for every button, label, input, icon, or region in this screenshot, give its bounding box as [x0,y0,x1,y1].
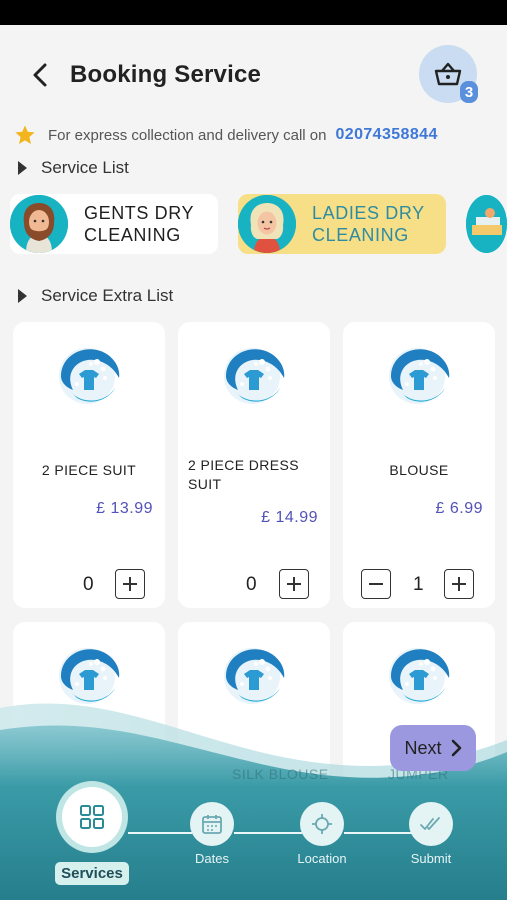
chevron-right-icon [451,739,461,757]
step-dates[interactable] [190,802,234,846]
step-connector [344,832,412,834]
basket-icon [434,62,462,86]
plus-icon [287,577,301,591]
step-connector [128,832,192,834]
product-name-faded: SILK BLOUSE [232,766,329,782]
service-extra-list-header[interactable]: Service Extra List [18,286,173,306]
step-submit[interactable] [409,802,453,846]
product-card[interactable]: 2 PIECE DRESS SUIT £ 14.99 0 [178,322,330,608]
product-card[interactable]: BLOUSE £ 6.99 1 [343,322,495,608]
laundry-logo-icon [389,648,450,704]
express-info: For express collection and delivery call… [14,124,438,146]
product-price: £ 6.99 [435,500,483,517]
step-services[interactable] [56,781,128,853]
status-bar [0,0,507,25]
laundry-logo-icon [224,348,285,404]
express-phone-link[interactable]: 02074358844 [335,126,437,144]
chevron-left-icon [33,63,47,87]
service-card-gents[interactable]: GENTS DRY CLEANING [10,194,218,254]
header: Booking Service 3 [0,25,507,125]
product-quantity: 1 [413,574,424,595]
service-list-header[interactable]: Service List [18,158,129,178]
product-card[interactable]: 2 PIECE SUIT £ 13.99 0 [13,322,165,608]
increment-button[interactable] [279,569,309,599]
triangle-right-icon [18,161,27,175]
express-text: For express collection and delivery call… [48,126,327,144]
product-price: £ 13.99 [96,500,153,517]
service-list-label: Service List [41,158,129,177]
step-location-label: Location [297,851,347,866]
step-dates-label: Dates [195,851,229,866]
laundry-logo-icon [224,648,285,704]
product-name: BLOUSE [389,462,449,478]
product-name: 2 PIECE DRESS SUIT [188,457,300,492]
triangle-right-icon [18,289,27,303]
double-check-icon [420,817,440,830]
back-button[interactable] [24,59,56,91]
minus-icon [369,583,383,585]
decrement-button[interactable] [361,569,391,599]
product-quantity: 0 [246,574,257,595]
laundry-logo-icon [59,648,120,704]
man-avatar-icon [10,195,68,253]
cart-count-badge: 3 [460,81,478,103]
step-services-label[interactable]: Services [55,862,129,885]
increment-button[interactable] [115,569,145,599]
step-submit-label: Submit [410,851,452,866]
service-extra-list-label: Service Extra List [41,286,174,305]
laundry-logo-icon [389,348,450,404]
service-card-ladies[interactable]: LADIES DRY CLEANING [238,194,446,254]
product-price: £ 14.99 [261,509,318,526]
step-location[interactable] [300,802,344,846]
laundry-logo-icon [59,348,120,404]
grid-icon [80,805,104,829]
step-services-inner [62,787,122,847]
plus-icon [123,577,137,591]
page-title: Booking Service [70,61,262,88]
next-button[interactable]: Next [390,725,476,771]
step-connector [234,832,302,834]
increment-button[interactable] [444,569,474,599]
calendar-icon [202,815,222,834]
service-label: LADIES DRY CLEANING [312,203,425,245]
next-label: Next [404,737,442,758]
product-quantity: 0 [83,574,94,595]
service-avatar-icon [466,195,507,253]
product-name: 2 PIECE SUIT [41,462,137,478]
crosshair-icon [312,814,332,834]
star-icon [15,125,35,144]
plus-icon [452,577,466,591]
woman-avatar-icon [238,195,296,253]
service-label: GENTS DRY CLEANING [84,203,195,245]
service-card-partial[interactable] [466,194,507,254]
